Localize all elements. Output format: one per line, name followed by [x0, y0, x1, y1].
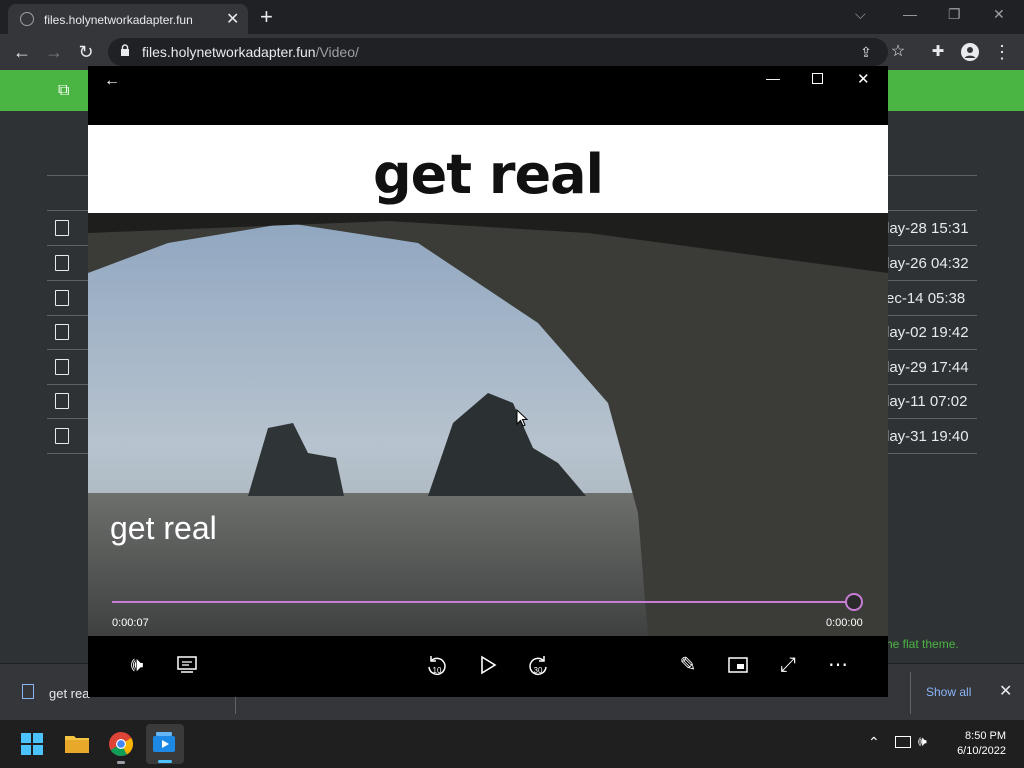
- svg-text:10: 10: [433, 666, 442, 675]
- media-player-window: ← — ✕ get real get real 0:00:07 0:00:00 …: [88, 66, 888, 697]
- lock-icon: [121, 44, 129, 56]
- tab-title: files.holynetworkadapter.fun: [44, 13, 193, 27]
- file-icon: [55, 220, 69, 236]
- more-options-icon[interactable]: ⋯: [821, 648, 855, 682]
- mini-view-icon[interactable]: [721, 648, 755, 682]
- seek-bar[interactable]: [112, 601, 854, 603]
- share-icon[interactable]: ⇪: [852, 38, 880, 66]
- play-icon[interactable]: [471, 648, 505, 682]
- system-clock[interactable]: 8:50 PM 6/10/2022: [957, 729, 1006, 759]
- address-bar[interactable]: files.holynetworkadapter.fun/Video/: [108, 38, 888, 66]
- maximize-player-button[interactable]: [812, 73, 823, 84]
- windows-start-icon[interactable]: [21, 733, 43, 755]
- clock-time: 8:50 PM: [965, 730, 1006, 742]
- globe-icon: [20, 12, 34, 26]
- video-frame[interactable]: [88, 213, 888, 636]
- mouse-cursor: [516, 409, 528, 427]
- minimize-player-button[interactable]: —: [766, 70, 780, 86]
- file-icon: [55, 359, 69, 375]
- profile-icon[interactable]: [956, 38, 984, 66]
- file-explorer-icon[interactable]: [65, 733, 89, 753]
- edit-pencil-icon[interactable]: ✎: [671, 648, 705, 682]
- file-icon: [55, 393, 69, 409]
- download-file-icon: [22, 684, 34, 699]
- close-tab-icon[interactable]: ✕: [226, 9, 239, 29]
- file-date: lay-11 07:02: [886, 393, 968, 410]
- site-logo-icon: ⧉: [58, 82, 70, 99]
- reload-button[interactable]: ↻: [72, 38, 100, 66]
- svg-text:30: 30: [534, 666, 543, 675]
- close-player-button[interactable]: ✕: [857, 70, 870, 88]
- file-date: lay-31 19:40: [886, 428, 969, 445]
- restore-browser-button[interactable]: ❐: [948, 6, 961, 23]
- file-icon: [55, 290, 69, 306]
- url-path: /Video/: [315, 44, 359, 60]
- browser-tab[interactable]: files.holynetworkadapter.fun ✕: [8, 4, 248, 34]
- file-date: lay-02 19:42: [886, 324, 969, 341]
- running-indicator: [117, 761, 125, 764]
- video-caption: get real: [110, 510, 217, 546]
- minimize-browser-button[interactable]: —: [903, 6, 917, 22]
- video-banner: get real: [88, 125, 888, 213]
- back-button[interactable]: ←: [8, 38, 36, 66]
- back-arrow-icon[interactable]: ←: [104, 72, 120, 90]
- skip-back-10-icon[interactable]: 10: [420, 648, 454, 682]
- active-indicator: [158, 760, 172, 763]
- remaining-time: 0:00:00: [826, 617, 863, 629]
- close-downloads-icon[interactable]: ✕: [999, 681, 1012, 701]
- fullscreen-icon[interactable]: ⤢: [771, 648, 805, 682]
- file-date: lay-28 15:31: [886, 220, 969, 237]
- new-tab-button[interactable]: +: [260, 4, 273, 30]
- browser-menu-icon[interactable]: ⋮: [988, 38, 1016, 66]
- file-icon: [55, 428, 69, 444]
- subtitles-icon[interactable]: [170, 648, 204, 682]
- file-icon: [55, 255, 69, 271]
- chevron-up-icon[interactable]: ⌃: [868, 734, 880, 751]
- taskbar: ⌃ 🕪: [0, 720, 1024, 768]
- file-date: lay-29 17:44: [886, 359, 969, 376]
- file-date: ec-14 05:38: [886, 290, 966, 307]
- elapsed-time: 0:00:07: [112, 617, 149, 629]
- clock-date: 6/10/2022: [957, 745, 1006, 757]
- url-host: files.holynetworkadapter.fun: [142, 44, 316, 60]
- extensions-icon[interactable]: ✚: [924, 38, 952, 66]
- close-browser-button[interactable]: ✕: [993, 6, 1005, 23]
- player-controls: 🕪 10 30 ✎ ⤢ ⋯: [88, 636, 888, 697]
- file-icon: [55, 324, 69, 340]
- network-icon[interactable]: [895, 736, 911, 748]
- footer-text[interactable]: he flat theme.: [886, 637, 959, 651]
- divider: [910, 672, 911, 714]
- media-player-icon: [153, 732, 175, 752]
- file-date: lay-26 04:32: [886, 255, 969, 272]
- chrome-icon[interactable]: [109, 732, 133, 756]
- download-item-name[interactable]: get rea: [49, 686, 89, 701]
- volume-icon[interactable]: 🕪: [918, 733, 927, 750]
- media-player-taskbar-button[interactable]: [146, 724, 184, 764]
- forward-button[interactable]: →: [40, 38, 68, 66]
- volume-icon[interactable]: 🕪: [120, 648, 154, 682]
- banner-text: get real: [372, 143, 604, 206]
- skip-forward-30-icon[interactable]: 30: [521, 648, 555, 682]
- tab-search-icon[interactable]: ⌵: [855, 6, 866, 23]
- show-all-button[interactable]: Show all: [926, 685, 971, 699]
- bookmark-star-icon[interactable]: ☆: [884, 38, 912, 66]
- seek-handle[interactable]: [845, 593, 863, 611]
